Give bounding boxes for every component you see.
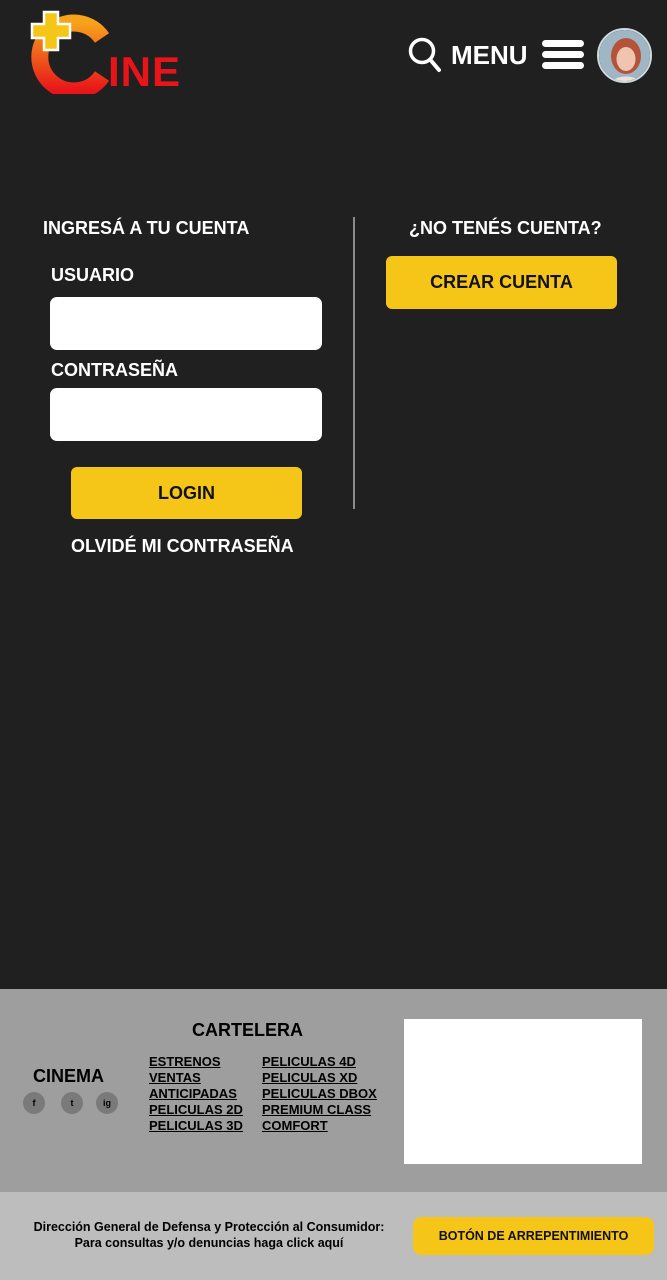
password-label: CONTRASEÑA xyxy=(51,360,179,380)
consumer-bar: Dirección General de Defensa y Protecció… xyxy=(0,1192,667,1280)
search-icon[interactable] xyxy=(408,37,442,73)
link-ventas[interactable]: VENTAS xyxy=(149,1070,243,1086)
menu-label[interactable]: MENU xyxy=(451,40,528,71)
instagram-icon[interactable]: ig xyxy=(96,1092,118,1114)
footer-brand: CINEMA xyxy=(33,1066,104,1086)
repent-button[interactable]: BOTÓN DE ARREPENTIMIENTO xyxy=(413,1217,654,1255)
header: INE MENU xyxy=(0,0,667,110)
cartelera-links-col2: PELICULAS 4D PELICULAS XD PELICULAS DBOX… xyxy=(262,1054,377,1134)
link-anticipadas[interactable]: ANTICIPADAS xyxy=(149,1086,243,1102)
login-button[interactable]: LOGIN xyxy=(71,467,302,519)
cartelera-title: CARTELERA xyxy=(192,1020,303,1040)
facebook-icon[interactable]: f xyxy=(23,1092,45,1114)
link-peliculas-4d[interactable]: PELICULAS 4D xyxy=(262,1054,377,1070)
user-avatar[interactable] xyxy=(597,28,652,83)
divider xyxy=(353,217,355,509)
link-peliculas-dbox[interactable]: PELICULAS DBOX xyxy=(262,1086,377,1102)
create-account-button[interactable]: CREAR CUENTA xyxy=(386,256,617,309)
forgot-password-link[interactable]: OLVIDÉ MI CONTRASEÑA xyxy=(71,536,294,557)
cine-logo[interactable]: INE xyxy=(28,10,188,100)
username-input[interactable] xyxy=(50,297,322,350)
hamburger-icon[interactable] xyxy=(542,40,584,70)
link-estrenos[interactable]: ESTRENOS xyxy=(149,1054,243,1070)
link-peliculas-2d[interactable]: PELICULAS 2D xyxy=(149,1102,243,1118)
twitter-icon[interactable]: t xyxy=(61,1092,83,1114)
link-premium-class[interactable]: PREMIUM CLASS xyxy=(262,1102,377,1118)
footer-placeholder-box xyxy=(404,1019,642,1164)
cartelera-links-col1: ESTRENOS VENTAS ANTICIPADAS PELICULAS 2D… xyxy=(149,1054,243,1134)
avatar-image xyxy=(599,30,650,81)
link-comfort[interactable]: COMFORT xyxy=(262,1118,377,1134)
password-input[interactable] xyxy=(50,388,322,441)
link-peliculas-3d[interactable]: PELICULAS 3D xyxy=(149,1118,243,1134)
username-label: USUARIO xyxy=(51,265,135,285)
consumer-protection-text[interactable]: Dirección General de Defensa y Protecció… xyxy=(20,1219,398,1251)
footer: CINEMA f t ig CARTELERA ESTRENOS VENTAS … xyxy=(0,989,667,1192)
login-title: INGRESÁ A TU CUENTA xyxy=(43,218,250,238)
link-peliculas-xd[interactable]: PELICULAS XD xyxy=(262,1070,377,1086)
consumer-line-1: Dirección General de Defensa y Protecció… xyxy=(33,1220,385,1234)
consumer-line-2[interactable]: Para consultas y/o denuncias haga click … xyxy=(20,1235,398,1251)
register-title: ¿NO TENÉS CUENTA? xyxy=(409,218,602,238)
logo-text: INE xyxy=(108,48,182,95)
